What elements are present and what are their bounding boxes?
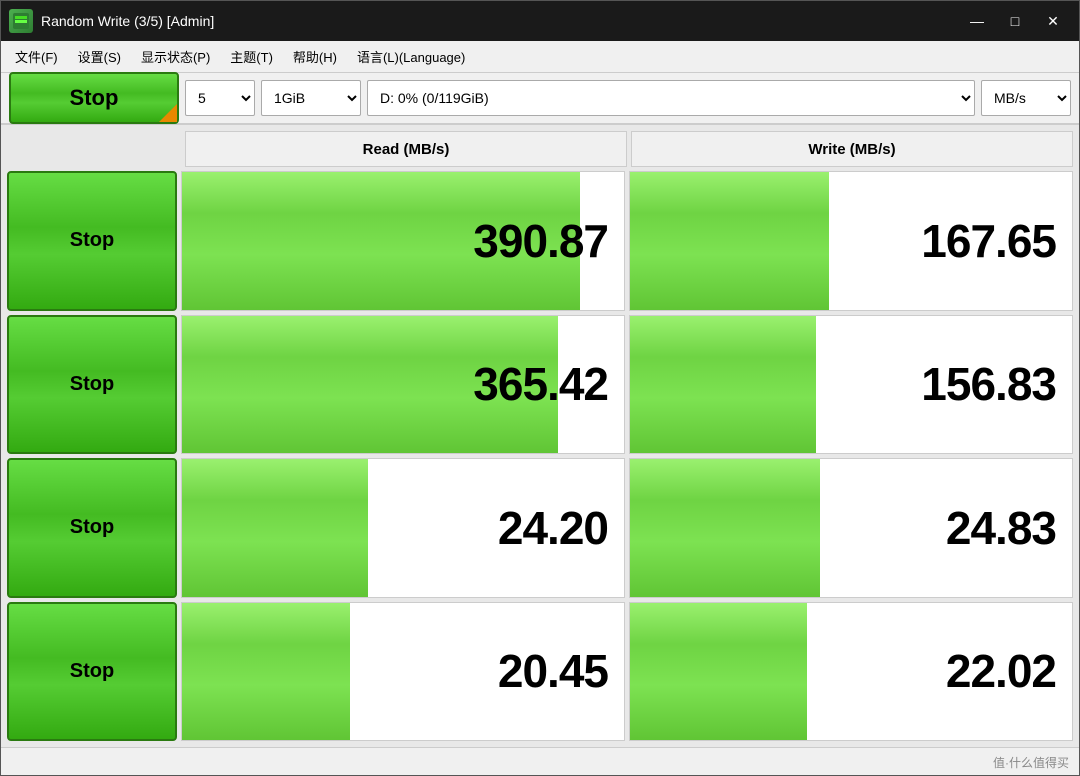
- titlebar: Random Write (3/5) [Admin] — □ ✕: [1, 1, 1079, 41]
- maximize-button[interactable]: □: [997, 5, 1033, 37]
- header-row: Read (MB/s) Write (MB/s): [185, 131, 1073, 167]
- menu-theme[interactable]: 主题(T): [220, 43, 283, 70]
- write-cell-3: 22.02: [629, 602, 1073, 742]
- write-header: Write (MB/s): [631, 131, 1073, 167]
- read-value-0: 390.87: [473, 214, 608, 268]
- menu-file[interactable]: 文件(F): [5, 43, 68, 70]
- write-value-0: 167.65: [921, 214, 1056, 268]
- write-cell-2: 24.83: [629, 458, 1073, 598]
- menu-language[interactable]: 语言(L)(Language): [347, 43, 475, 70]
- window-controls: — □ ✕: [959, 5, 1071, 37]
- drive-select[interactable]: D: 0% (0/119GiB): [367, 80, 975, 116]
- main-content: Read (MB/s) Write (MB/s) Stop 390.87 167…: [1, 125, 1079, 747]
- write-cell-1: 156.83: [629, 315, 1073, 455]
- write-value-2: 24.83: [946, 501, 1056, 555]
- menu-settings[interactable]: 设置(S): [68, 43, 131, 70]
- menu-help[interactable]: 帮助(H): [283, 43, 347, 70]
- read-value-1: 365.42: [473, 357, 608, 411]
- read-value-2: 24.20: [498, 501, 608, 555]
- window-title: Random Write (3/5) [Admin]: [41, 13, 959, 29]
- main-window: Random Write (3/5) [Admin] — □ ✕ 文件(F) 设…: [0, 0, 1080, 776]
- menubar: 文件(F) 设置(S) 显示状态(P) 主题(T) 帮助(H) 语言(L)(La…: [1, 41, 1079, 73]
- data-row: Stop 20.45 22.02: [7, 602, 1073, 742]
- data-row: Stop 390.87 167.65: [7, 171, 1073, 311]
- stop-button-main[interactable]: Stop: [9, 72, 179, 124]
- read-header: Read (MB/s): [185, 131, 627, 167]
- close-button[interactable]: ✕: [1035, 5, 1071, 37]
- minimize-button[interactable]: —: [959, 5, 995, 37]
- read-cell-1: 365.42: [181, 315, 625, 455]
- toolbar: Stop 5 1 3 10 1GiB 512MiB 2GiB D: 0% (0/…: [1, 73, 1079, 125]
- write-cell-0: 167.65: [629, 171, 1073, 311]
- app-icon: [9, 9, 33, 33]
- read-cell-2: 24.20: [181, 458, 625, 598]
- read-cell-3: 20.45: [181, 602, 625, 742]
- read-cell-0: 390.87: [181, 171, 625, 311]
- stop-button-row-2[interactable]: Stop: [7, 458, 177, 598]
- watermark: 值·什么值得买: [993, 754, 1069, 771]
- data-rows: Stop 390.87 167.65 Stop 365.42 156.83 St…: [7, 171, 1073, 741]
- write-value-3: 22.02: [946, 644, 1056, 698]
- data-row: Stop 365.42 156.83: [7, 315, 1073, 455]
- stop-button-row-0[interactable]: Stop: [7, 171, 177, 311]
- read-value-3: 20.45: [498, 644, 608, 698]
- stop-button-row-3[interactable]: Stop: [7, 602, 177, 742]
- statusbar: 值·什么值得买: [1, 747, 1079, 775]
- size-select[interactable]: 1GiB 512MiB 2GiB: [261, 80, 361, 116]
- data-row: Stop 24.20 24.83: [7, 458, 1073, 598]
- unit-select[interactable]: MB/s GB/s: [981, 80, 1071, 116]
- count-select[interactable]: 5 1 3 10: [185, 80, 255, 116]
- stop-button-row-1[interactable]: Stop: [7, 315, 177, 455]
- write-value-1: 156.83: [921, 357, 1056, 411]
- menu-display[interactable]: 显示状态(P): [131, 43, 220, 70]
